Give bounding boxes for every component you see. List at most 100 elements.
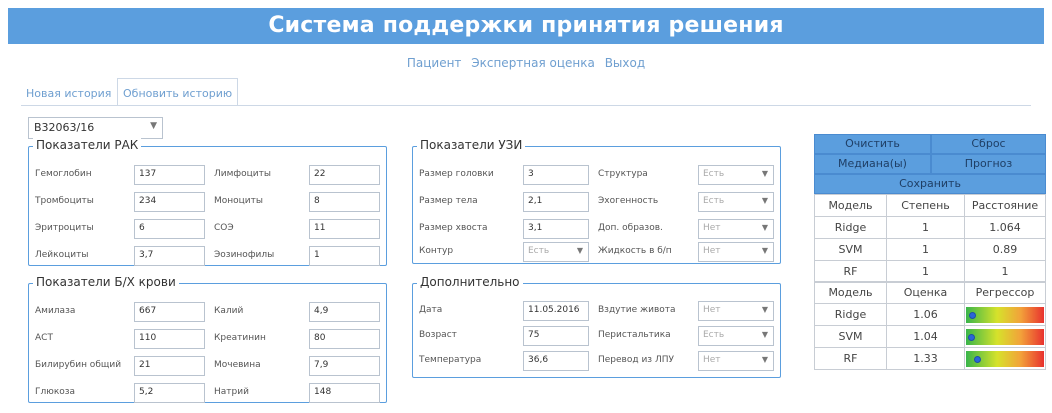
select-echogenicity-value: Есть: [703, 196, 725, 206]
label-body-size: Размер тела: [419, 196, 478, 206]
group-rak-title: Показатели РАК: [33, 138, 142, 152]
regressor-marker: [968, 333, 975, 341]
cell-regressor: [964, 325, 1046, 348]
input-sodium[interactable]: 148: [309, 383, 380, 403]
select-transfer[interactable]: Нет ▼: [698, 351, 774, 371]
label-erythrocytes: Эритроциты: [35, 223, 94, 233]
cell-model: SVM: [814, 325, 887, 348]
cell-distance: 1.064: [964, 216, 1046, 239]
label-sodium: Натрий: [214, 387, 249, 397]
select-transfer-value: Нет: [703, 355, 721, 365]
input-amylase[interactable]: 667: [134, 302, 205, 322]
label-echogenicity: Эхогенность: [598, 196, 659, 206]
chevron-down-icon: ▼: [761, 355, 768, 364]
cell-model: Ridge: [814, 216, 887, 239]
chevron-down-icon: ▼: [150, 121, 157, 131]
label-esr: СОЭ: [214, 223, 234, 233]
input-erythrocytes[interactable]: 6: [134, 219, 205, 239]
label-head-size: Размер головки: [419, 169, 494, 179]
cell-model: RF: [814, 347, 887, 370]
label-platelets: Тромбоциты: [35, 196, 94, 206]
input-bilirubin[interactable]: 21: [134, 356, 205, 376]
input-platelets[interactable]: 234: [134, 192, 205, 212]
select-contour[interactable]: Есть ▼: [523, 242, 589, 262]
chevron-down-icon: ▼: [761, 196, 768, 205]
cell-score: 1.06: [886, 303, 965, 326]
nav-exit-link[interactable]: Выход: [605, 56, 645, 70]
input-creatinine[interactable]: 80: [309, 329, 380, 349]
cell-score: 1.33: [886, 347, 965, 370]
input-date[interactable]: 11.05.2016: [523, 301, 589, 321]
input-lymphocytes[interactable]: 22: [309, 165, 380, 185]
input-glucose[interactable]: 5,2: [134, 383, 205, 403]
label-monocytes: Моноциты: [214, 196, 263, 206]
cell-degree: 1: [886, 260, 965, 283]
tab-update-history[interactable]: Обновить историю: [117, 78, 239, 106]
select-bloating[interactable]: Нет ▼: [698, 301, 774, 321]
chevron-down-icon: ▼: [761, 169, 768, 178]
column-header-model: Модель: [814, 281, 887, 304]
label-amylase: Амилаза: [35, 306, 76, 316]
label-structure: Структура: [598, 169, 648, 179]
input-tail-size[interactable]: 3,1: [523, 219, 589, 239]
median-button[interactable]: Медиана(ы): [814, 154, 931, 174]
select-peristalsis[interactable]: Есть ▼: [698, 326, 774, 346]
table-row: SVM 1.04: [814, 325, 1046, 348]
group-ultrasound-title: Показатели УЗИ: [417, 138, 526, 152]
select-abdominal-fluid[interactable]: Нет ▼: [698, 242, 774, 262]
label-age: Возраст: [419, 330, 457, 340]
save-button[interactable]: Сохранить: [814, 174, 1046, 194]
input-esr[interactable]: 11: [309, 219, 380, 239]
models-table: Модель Степень Расстояние Ridge 1 1.064 …: [814, 194, 1046, 283]
label-eosinophils: Эозинофилы: [214, 250, 275, 260]
app-header: Система поддержки принятия решения: [8, 8, 1044, 44]
input-body-size[interactable]: 2,1: [523, 192, 589, 212]
history-select[interactable]: B32063/16 ▼: [28, 117, 163, 139]
regressor-heat-bar: [966, 328, 1044, 345]
cell-distance: 1: [964, 260, 1046, 283]
group-biochem: Показатели Б/Х крови Амилаза 667 АСТ 110…: [28, 275, 387, 403]
column-header-regressor: Регрессор: [964, 281, 1046, 304]
table-row: RF 1.33: [814, 347, 1046, 370]
top-nav: Пациент Экспертная оценка Выход: [0, 56, 1052, 70]
tab-new-history[interactable]: Новая история: [21, 83, 116, 105]
input-temperature[interactable]: 36,6: [523, 351, 589, 371]
chevron-down-icon: ▼: [576, 246, 583, 255]
reset-button[interactable]: Сброс: [931, 134, 1046, 154]
table-row: RF 1 1: [814, 260, 1046, 283]
cell-distance: 0.89: [964, 238, 1046, 261]
label-leukocytes: Лейкоциты: [35, 250, 89, 260]
input-eosinophils[interactable]: 1: [309, 246, 380, 266]
label-hemoglobin: Гемоглобин: [35, 169, 92, 179]
nav-patient-link[interactable]: Пациент: [407, 56, 462, 70]
label-lymphocytes: Лимфоциты: [214, 169, 271, 179]
column-header-degree: Степень: [886, 194, 965, 217]
nav-expert-assessment-link[interactable]: Экспертная оценка: [471, 56, 595, 70]
select-structure-value: Есть: [703, 169, 725, 179]
table-row: Ridge 1 1.064: [814, 216, 1046, 239]
input-age[interactable]: 75: [523, 326, 589, 346]
input-urea[interactable]: 7,9: [309, 356, 380, 376]
input-hemoglobin[interactable]: 137: [134, 165, 205, 185]
cell-model: RF: [814, 260, 887, 283]
select-additional-formations-value: Нет: [703, 223, 721, 233]
select-structure[interactable]: Есть ▼: [698, 165, 774, 185]
chevron-down-icon: ▼: [761, 305, 768, 314]
input-monocytes[interactable]: 8: [309, 192, 380, 212]
score-table-header-row: Модель Оценка Регрессор: [814, 281, 1046, 304]
select-echogenicity[interactable]: Есть ▼: [698, 192, 774, 212]
models-table-header-row: Модель Степень Расстояние: [814, 194, 1046, 217]
input-head-size[interactable]: 3: [523, 165, 589, 185]
input-ast[interactable]: 110: [134, 329, 205, 349]
label-transfer: Перевод из ЛПУ: [598, 355, 674, 365]
cell-regressor: [964, 347, 1046, 370]
input-leukocytes[interactable]: 3,7: [134, 246, 205, 266]
select-abdominal-fluid-value: Нет: [703, 246, 721, 256]
clear-button[interactable]: Очистить: [814, 134, 931, 154]
select-additional-formations[interactable]: Нет ▼: [698, 219, 774, 239]
forecast-button[interactable]: Прогноз: [931, 154, 1046, 174]
input-potassium[interactable]: 4,9: [309, 302, 380, 322]
cell-degree: 1: [886, 216, 965, 239]
app-title: Система поддержки принятия решения: [268, 13, 784, 38]
select-contour-value: Есть: [528, 246, 550, 256]
